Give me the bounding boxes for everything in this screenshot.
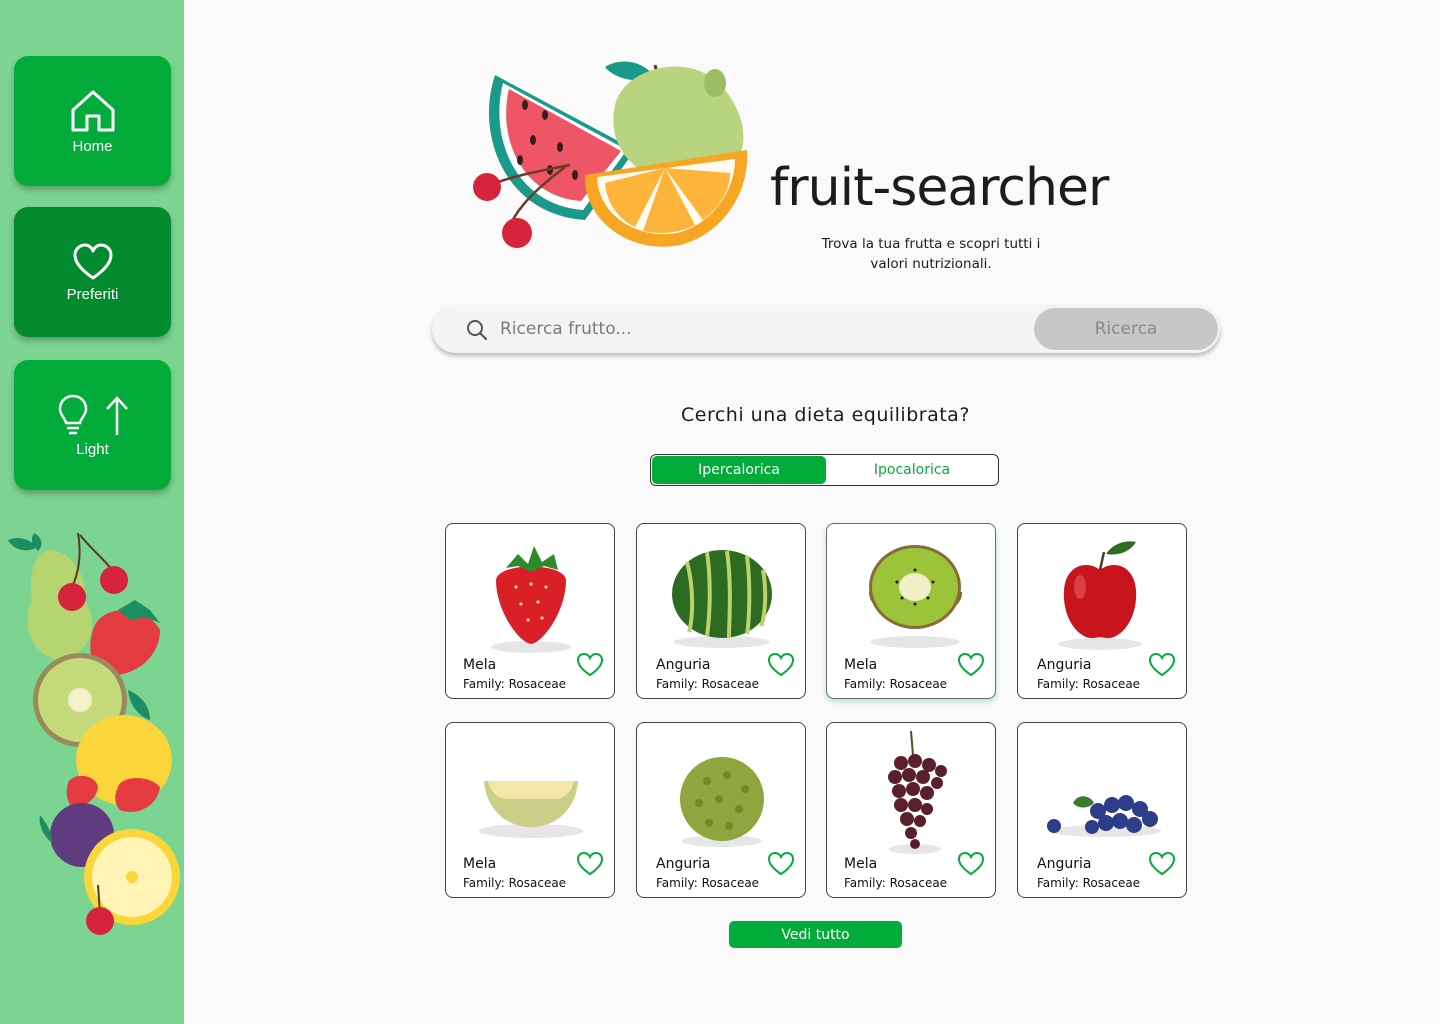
fruit-name: Mela <box>844 657 878 673</box>
search-icon <box>467 320 488 341</box>
fruit-card[interactable]: Mela Family: Rosaceae <box>445 523 615 699</box>
fruit-logo-illustration <box>473 61 748 248</box>
fruit-family: Family: Rosaceae <box>1037 876 1141 890</box>
watermelon-image <box>672 550 772 648</box>
lightbulb-icon <box>58 394 87 434</box>
nav-light-button[interactable]: Light <box>14 360 171 490</box>
grapes-image <box>888 731 947 854</box>
heart-icon[interactable] <box>576 851 604 877</box>
diet-toggle: Ipercalorica Ipocalorica <box>650 454 999 486</box>
fruit-card[interactable]: Anguria Family: Rosaceae <box>636 523 806 699</box>
diet-question: Cerchi una dieta equilibrata? <box>681 404 970 426</box>
heart-icon[interactable] <box>576 652 604 678</box>
durian-image <box>680 757 764 847</box>
fruit-card[interactable]: Anguria Family: Rosaceae <box>636 722 806 898</box>
nav-light-label: Light <box>76 440 109 458</box>
heart-icon[interactable] <box>957 851 985 877</box>
heart-icon[interactable] <box>957 652 985 678</box>
fruit-family: Family: Rosaceae <box>844 677 948 691</box>
strawberry-image <box>491 546 571 653</box>
fruit-name: Anguria <box>656 657 711 673</box>
fruit-name: Anguria <box>656 856 711 872</box>
heart-icon[interactable] <box>767 652 795 678</box>
melon-image <box>479 781 583 838</box>
toggle-ipocalorica[interactable]: Ipocalorica <box>827 456 997 484</box>
fruit-family: Family: Rosaceae <box>1037 677 1141 691</box>
search-input[interactable] <box>500 315 1020 343</box>
fruit-card[interactable]: Mela Family: Rosaceae <box>826 523 996 699</box>
fruit-card[interactable]: Anguria Family: Rosaceae <box>1017 523 1187 699</box>
nav-favorites-label: Preferiti <box>66 285 119 303</box>
heart-icon[interactable] <box>767 851 795 877</box>
fruit-card[interactable]: Mela Family: Rosaceae <box>826 722 996 898</box>
fruit-card[interactable]: Anguria Family: Rosaceae <box>1017 722 1187 898</box>
kiwi-image <box>869 545 962 648</box>
app-title: fruit-searcher <box>770 158 1109 218</box>
heart-icon[interactable] <box>1148 652 1176 678</box>
tagline: Trova la tua frutta e scopri tutti i val… <box>821 236 1041 272</box>
nav-favorites-button[interactable]: Preferiti <box>14 207 171 337</box>
nav-home-button[interactable]: Home <box>14 56 171 186</box>
fruit-name: Mela <box>463 657 497 673</box>
fruit-card[interactable]: Mela Family: Rosaceae <box>445 722 615 898</box>
blueberries-image <box>1047 795 1161 837</box>
toggle-ipercalorica[interactable]: Ipercalorica <box>652 456 826 484</box>
apple-image <box>1058 541 1142 650</box>
heart-icon[interactable] <box>1148 851 1176 877</box>
fruit-name: Anguria <box>1037 657 1092 673</box>
fruit-name: Mela <box>463 856 497 872</box>
fruit-illustration <box>8 532 180 935</box>
fruit-family: Family: Rosaceae <box>656 677 760 691</box>
search-button[interactable]: Ricerca <box>1034 308 1218 350</box>
sidebar: Home Preferiti Light <box>0 0 184 1024</box>
nav-home-label: Home <box>72 137 113 155</box>
fruit-family: Family: Rosaceae <box>656 876 760 890</box>
home-icon <box>71 90 114 131</box>
arrow-up-icon <box>105 395 128 435</box>
heart-icon <box>73 243 112 279</box>
see-all-button[interactable]: Vedi tutto <box>729 921 902 948</box>
fruit-family: Family: Rosaceae <box>463 677 567 691</box>
fruit-family: Family: Rosaceae <box>844 876 948 890</box>
fruit-name: Mela <box>844 856 878 872</box>
fruit-family: Family: Rosaceae <box>463 876 567 890</box>
fruit-name: Anguria <box>1037 856 1092 872</box>
search-bar: Ricerca <box>432 305 1220 353</box>
